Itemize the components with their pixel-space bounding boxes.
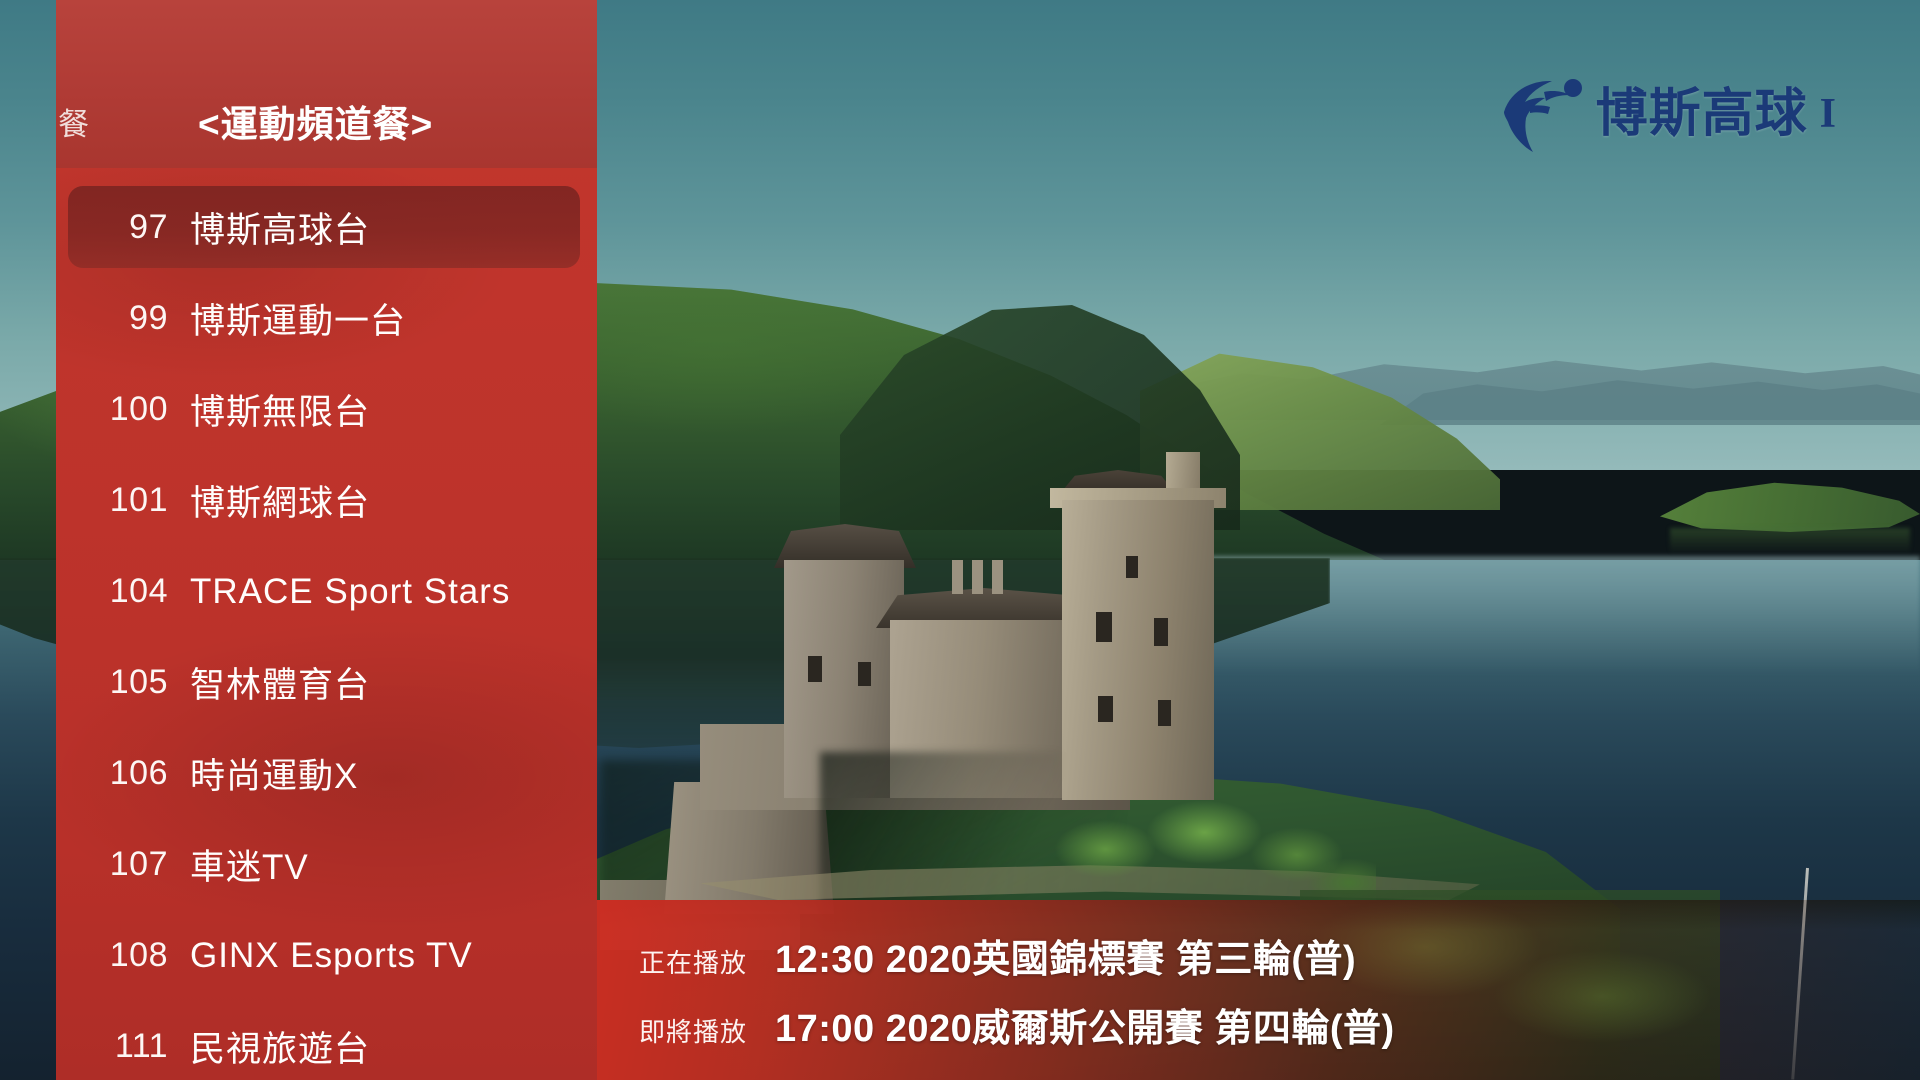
up-next-program: 17:00 2020威爾斯公開賽 第四輪(普): [775, 1008, 1395, 1050]
tv-channel-guide-screen: 博斯高球 I 頻道餐 <運動頻道餐> 97 博斯高球台 99 博斯運動一台 100 博斯無…: [0, 0, 1920, 1080]
channel-row[interactable]: 108 GINX Esports TV: [56, 910, 597, 1001]
window: [1154, 618, 1168, 646]
window: [1098, 696, 1113, 722]
window: [1126, 556, 1138, 578]
channel-name: 智林體育台: [190, 666, 371, 705]
previous-category-label[interactable]: 頻道餐: [56, 99, 90, 144]
up-next-label: 即將播放: [638, 1017, 747, 1047]
channel-list-panel: 頻道餐 <運動頻道餐> 97 博斯高球台 99 博斯運動一台 100 博斯無限台 101 博斯…: [56, 0, 597, 1080]
channel-number: 100: [109, 390, 168, 428]
channel-name: 時尚運動X: [190, 757, 359, 796]
channel-number: 101: [109, 481, 168, 519]
bos-golf-swoosh-icon: [1503, 79, 1582, 152]
channel-row[interactable]: 100 博斯無限台: [56, 364, 597, 455]
channel-number: 104: [109, 572, 168, 610]
grass-spit-island: [1660, 482, 1920, 532]
channel-row[interactable]: 97 博斯高球台: [56, 182, 597, 273]
window: [858, 662, 871, 686]
channel-name: 博斯運動一台: [190, 302, 407, 341]
channel-number: 111: [114, 1027, 168, 1065]
channel-name: 博斯無限台: [190, 393, 371, 432]
channel-row[interactable]: 104 TRACE Sport Stars: [56, 546, 597, 637]
channel-number: 99: [129, 299, 168, 337]
castle-chimneys: [952, 560, 1008, 594]
now-playing-row: 正在播放 12:30 2020英國錦標賽 第三輪(普): [597, 928, 1920, 983]
channel-number: 97: [129, 208, 168, 246]
channel-name: 民視旅遊台: [190, 1030, 371, 1069]
channel-name: 博斯高球台: [190, 211, 371, 250]
channel-row[interactable]: 99 博斯運動一台: [56, 273, 597, 364]
up-next-row: 即將播放 17:00 2020威爾斯公開賽 第四輪(普): [597, 997, 1920, 1052]
channel-number: 107: [109, 845, 168, 883]
channel-row[interactable]: 106 時尚運動X: [56, 728, 597, 819]
program-info-bar: 正在播放 12:30 2020英國錦標賽 第三輪(普) 即將播放 17:00 2…: [597, 900, 1920, 1080]
castle-keep-tower: [1062, 500, 1214, 800]
category-header: 頻道餐 <運動頻道餐>: [56, 0, 597, 168]
channel-logo-suffix: I: [1819, 91, 1836, 137]
window: [808, 656, 822, 682]
current-category-label[interactable]: <運動頻道餐>: [198, 94, 433, 148]
channel-logo: 博斯高球 I: [1500, 72, 1836, 156]
channel-row[interactable]: 107 車迷TV: [56, 819, 597, 910]
channel-name: 車迷TV: [190, 848, 309, 887]
channel-name: TRACE Sport Stars: [190, 571, 511, 611]
channel-name: 博斯網球台: [190, 484, 371, 523]
channel-name: GINX Esports TV: [190, 935, 473, 975]
window: [1096, 612, 1112, 642]
channel-number: 108: [109, 936, 168, 974]
channel-row[interactable]: 101 博斯網球台: [56, 455, 597, 546]
now-playing-label: 正在播放: [638, 948, 747, 978]
channel-number: 106: [109, 754, 168, 792]
spit-reflection: [1670, 528, 1910, 554]
channel-row[interactable]: 111 民視旅遊台: [56, 1001, 597, 1080]
now-playing-program: 12:30 2020英國錦標賽 第三輪(普): [775, 939, 1357, 981]
window: [1158, 700, 1171, 726]
channel-row[interactable]: 105 智林體育台: [56, 637, 597, 728]
channel-list[interactable]: 97 博斯高球台 99 博斯運動一台 100 博斯無限台 101 博斯網球台 104 TRACE …: [56, 168, 597, 1080]
channel-logo-text: 博斯高球: [1595, 85, 1808, 143]
channel-number: 105: [109, 663, 168, 701]
